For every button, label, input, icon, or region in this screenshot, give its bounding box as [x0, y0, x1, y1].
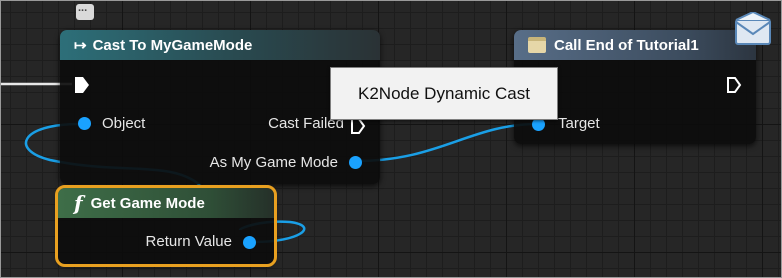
- call-node-title: Call End of Tutorial1: [554, 36, 699, 54]
- get-game-mode-node[interactable]: f Get Game Mode Return Value: [55, 185, 277, 267]
- cast-node-header[interactable]: ↦ Cast To MyGameMode: [60, 30, 380, 60]
- object-pin-label: Object: [102, 115, 146, 132]
- envelope-icon: [735, 12, 771, 45]
- as-my-game-mode-pin[interactable]: [349, 156, 362, 169]
- object-pin[interactable]: [78, 117, 91, 130]
- event-icon: [528, 37, 546, 53]
- comment-bubble-icon[interactable]: [76, 2, 94, 20]
- exec-out-pin-icon[interactable]: [726, 76, 742, 94]
- cast-icon: ↦: [74, 37, 87, 54]
- game-mode-target-wire: [355, 122, 539, 163]
- exec-in-pin-icon[interactable]: [74, 76, 90, 94]
- return-value-pin[interactable]: [243, 236, 256, 249]
- get-game-mode-title: Get Game Mode: [90, 194, 205, 212]
- cast-node-title: Cast To MyGameMode: [92, 36, 253, 54]
- node-tooltip: K2Node Dynamic Cast: [330, 67, 558, 120]
- as-my-game-mode-pin-label: As My Game Mode: [209, 154, 338, 171]
- tooltip-text: K2Node Dynamic Cast: [358, 83, 530, 103]
- call-node-header[interactable]: Call End of Tutorial1: [514, 30, 756, 60]
- return-value-pin-label: Return Value: [145, 233, 232, 250]
- target-pin-label: Target: [558, 115, 600, 132]
- function-icon: f: [74, 191, 83, 215]
- get-game-mode-header[interactable]: f Get Game Mode: [58, 188, 274, 218]
